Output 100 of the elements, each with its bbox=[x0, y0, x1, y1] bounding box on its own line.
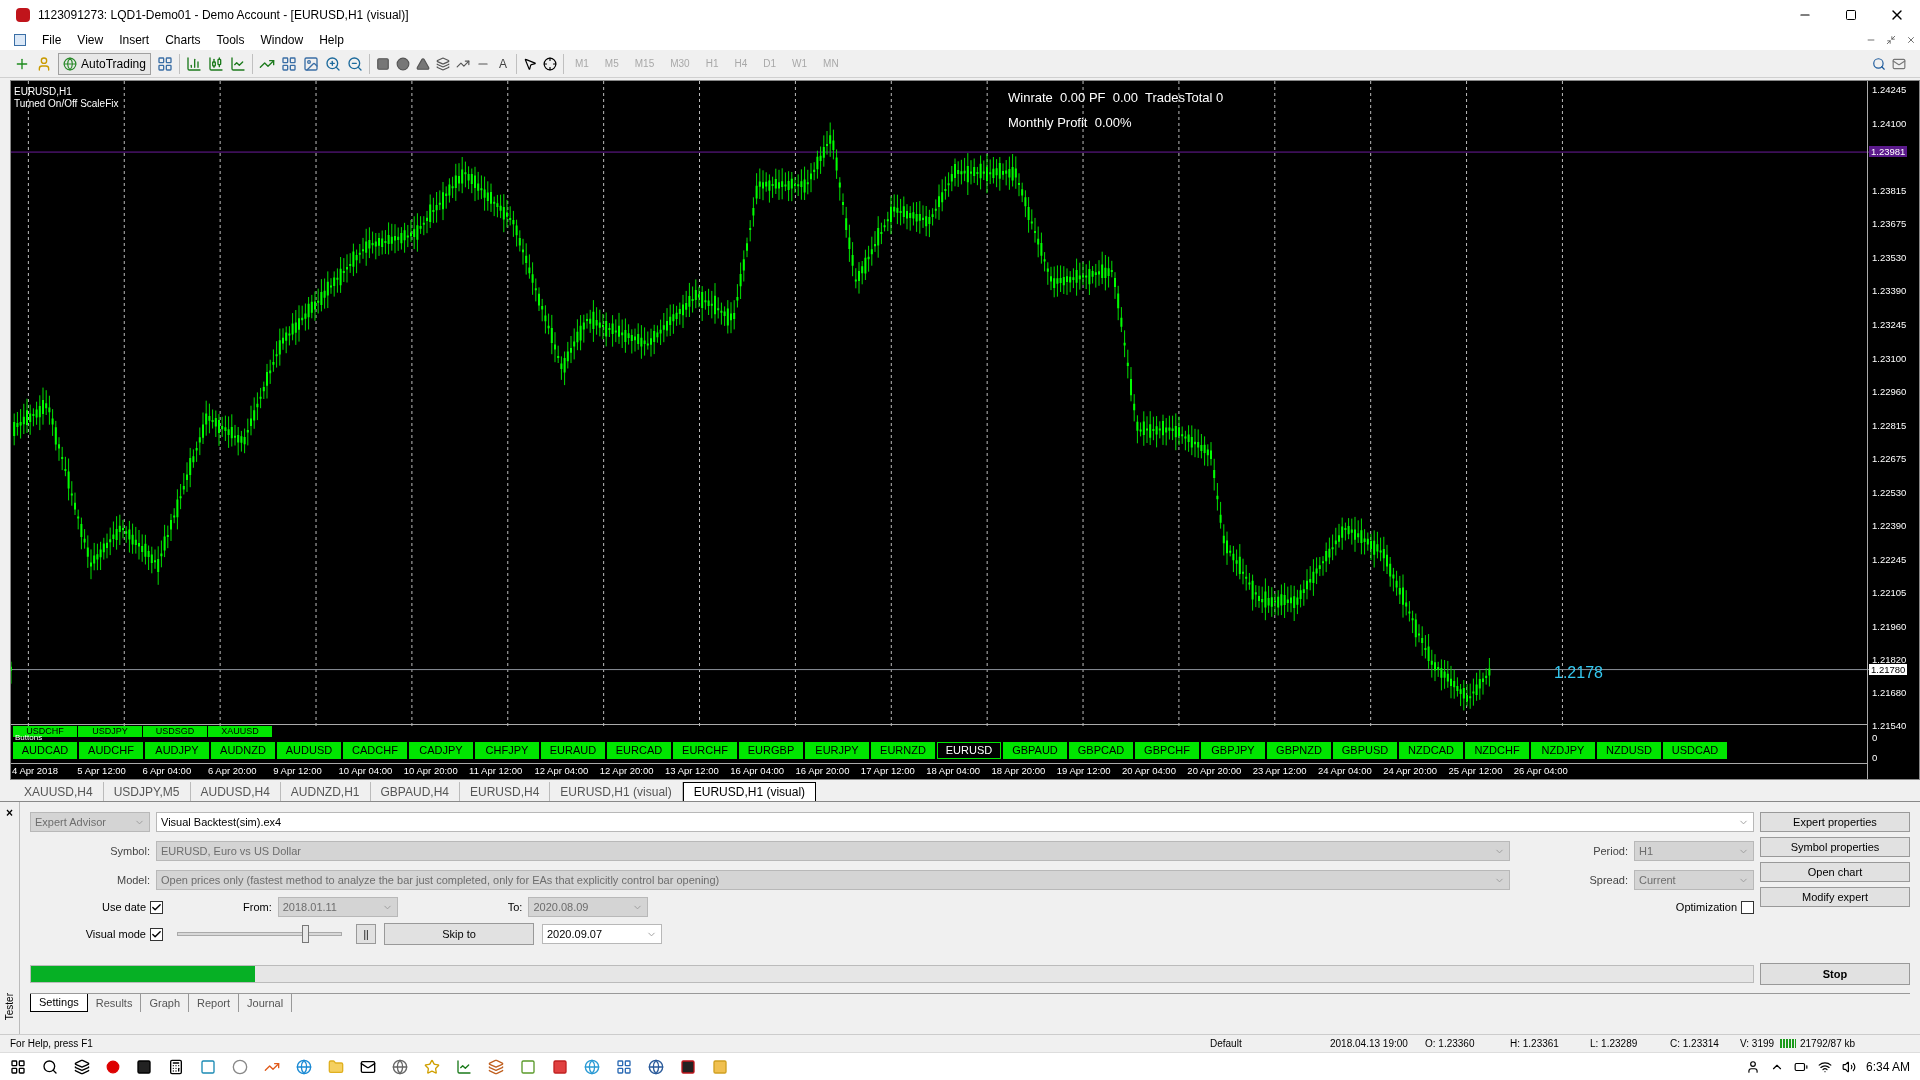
price-axis-label: 1.24245 bbox=[1872, 84, 1907, 95]
symbol-button[interactable]: EURJPY bbox=[805, 742, 869, 760]
date-axis-label: 4 Apr 2018 bbox=[11, 764, 59, 779]
price-axis-label: 1.23675 bbox=[1872, 218, 1907, 229]
price-axis-label: 1.21960 bbox=[1872, 621, 1907, 633]
date-axis-label: 10 Apr 04:00 bbox=[337, 764, 394, 779]
price-axis-label: 1.22390 bbox=[1872, 520, 1907, 532]
price-axis-label: 1.22530 bbox=[1872, 487, 1907, 499]
symbol-button[interactable]: GBPAUD bbox=[1003, 742, 1067, 760]
date-axis-label: 17 Apr 12:00 bbox=[859, 764, 916, 779]
side-button[interactable]: Open chart bbox=[1760, 862, 1910, 882]
price-marker: 1.21780 bbox=[1869, 663, 1908, 675]
side-button[interactable]: Symbol properties bbox=[1760, 837, 1910, 857]
symbol-button[interactable]: EURGBP bbox=[739, 742, 803, 760]
price-axis-label: 1.23245 bbox=[1872, 319, 1907, 331]
skip-to-button[interactable]: Skip to bbox=[384, 923, 534, 945]
field-label: Spread: bbox=[1589, 872, 1628, 888]
menu-item[interactable]: Tools bbox=[208, 31, 253, 49]
autotrading-button[interactable]: AutoTrading bbox=[58, 52, 151, 75]
close-button[interactable]: × bbox=[6, 804, 13, 822]
clock-time[interactable]: 6:34 AM bbox=[1865, 1057, 1910, 1076]
date-axis-label: 24 Apr 20:00 bbox=[1382, 764, 1439, 779]
indicator-axis-label: 0 bbox=[1872, 751, 1878, 765]
field-label: To: bbox=[507, 899, 523, 915]
window-title: 1123091273: LQD1-Demo01 - Demo Account - [EURUSD,H1 (visual)] bbox=[38, 7, 409, 24]
tester-tab[interactable]: Report bbox=[189, 994, 240, 1012]
symbol-button[interactable]: EURAUD bbox=[541, 742, 605, 760]
tester-tab[interactable]: Journal bbox=[239, 994, 293, 1012]
stop-button[interactable]: Stop bbox=[1760, 963, 1910, 985]
chart-note: Turned On/Off ScaleFix bbox=[14, 97, 119, 111]
side-button[interactable]: Expert properties bbox=[1760, 812, 1910, 832]
date-field[interactable]: 2020.09.07 bbox=[542, 924, 662, 944]
chart-tab[interactable]: EURUSD,H1 (visual) bbox=[550, 782, 683, 801]
symbol-button[interactable]: NZDJPY bbox=[1531, 742, 1595, 760]
status-text: C: 1.23314 bbox=[1670, 1037, 1720, 1051]
symbol-button[interactable]: EURUSD bbox=[937, 742, 1001, 760]
price-axis-label: 1.21820 bbox=[1872, 654, 1907, 666]
price-axis-label: 1.22815 bbox=[1872, 420, 1907, 432]
symbol-button[interactable]: XAUUSD bbox=[208, 726, 272, 738]
symbol-button[interactable]: EURNZD bbox=[871, 742, 935, 760]
price-axis-label: 1.23530 bbox=[1872, 252, 1907, 264]
date-axis-label: 23 Apr 12:00 bbox=[1251, 764, 1308, 779]
menu-item[interactable]: Charts bbox=[157, 31, 209, 49]
chart-tab[interactable]: AUDUSD,H4 bbox=[190, 782, 281, 801]
symbol-button[interactable]: GBPJPY bbox=[1201, 742, 1265, 760]
pause-button[interactable]: || bbox=[356, 924, 376, 944]
symbol-button[interactable]: NZDCAD bbox=[1399, 742, 1463, 760]
symbol-button[interactable]: AUDCHF bbox=[79, 742, 143, 760]
status-text: 2018.04.13 19:00 bbox=[1330, 1037, 1409, 1051]
stats-text: Winrate 0.00 PF 0.00 TradesTotal 0 bbox=[1008, 89, 1224, 107]
expert-dropdown[interactable]: Visual Backtest(sim).ex4 bbox=[156, 812, 1754, 832]
symbol-button[interactable]: CHFJPY bbox=[475, 742, 539, 760]
price-axis-label: 1.21680 bbox=[1872, 687, 1907, 699]
date-axis-label: 10 Apr 20:00 bbox=[402, 764, 459, 779]
status-text: H: 1.23361 bbox=[1510, 1037, 1560, 1051]
chart-tab[interactable]: XAUUSD,H4 bbox=[14, 782, 104, 801]
status-text: Default bbox=[1210, 1037, 1243, 1051]
menu-item[interactable]: Help bbox=[311, 31, 352, 49]
date-axis-label: 19 Apr 12:00 bbox=[1055, 764, 1112, 779]
price-axis-label: 1.23100 bbox=[1872, 353, 1907, 365]
symbol-button[interactable]: EURCAD bbox=[607, 742, 671, 760]
date-axis-label: 18 Apr 04:00 bbox=[925, 764, 982, 779]
symbol-button[interactable]: AUDJPY bbox=[145, 742, 209, 760]
symbol-button[interactable]: EURCHF bbox=[673, 742, 737, 760]
chart-tab[interactable]: GBPAUD,H4 bbox=[370, 782, 460, 801]
symbol-button[interactable]: USDJPY bbox=[78, 726, 142, 738]
symbol-button[interactable]: AUDNZD bbox=[211, 742, 275, 760]
menu-item[interactable]: Window bbox=[252, 31, 312, 49]
symbol-button[interactable]: USDCAD bbox=[1663, 742, 1727, 760]
checkbox-label: Use date bbox=[100, 899, 147, 915]
symbol-button[interactable]: GBPUSD bbox=[1333, 742, 1397, 760]
symbol-button[interactable]: GBPCHF bbox=[1135, 742, 1199, 760]
symbol-button[interactable]: CADJPY bbox=[409, 742, 473, 760]
side-button[interactable]: Modify expert bbox=[1760, 887, 1910, 907]
date-axis-label: 12 Apr 20:00 bbox=[598, 764, 655, 779]
text-tool[interactable]: A bbox=[495, 54, 510, 73]
menu-item[interactable]: View bbox=[69, 31, 112, 49]
symbol-button[interactable]: CADCHF bbox=[343, 742, 407, 760]
chart-tab[interactable]: AUDNZD,H1 bbox=[280, 782, 371, 801]
chart-tab[interactable]: EURUSD,H1 (visual) bbox=[682, 782, 817, 801]
menu-item[interactable]: File bbox=[34, 31, 70, 49]
symbol-button[interactable]: AUDUSD bbox=[277, 742, 341, 760]
date-axis-label: 26 Apr 04:00 bbox=[1512, 764, 1569, 779]
tester-tab[interactable]: Results bbox=[87, 994, 142, 1012]
status-text: L: 1.23289 bbox=[1590, 1037, 1639, 1051]
menu-item[interactable]: Insert bbox=[111, 31, 158, 49]
price-axis-label: 1.22675 bbox=[1872, 453, 1907, 465]
symbol-button[interactable]: NZDCHF bbox=[1465, 742, 1529, 760]
tester-tab[interactable]: Settings bbox=[30, 994, 88, 1012]
price-axis-label: 1.21540 bbox=[1872, 720, 1907, 731]
date-axis-label: 18 Apr 20:00 bbox=[990, 764, 1047, 779]
symbol-button[interactable]: NZDUSD bbox=[1597, 742, 1661, 760]
symbol-button[interactable]: GBPCAD bbox=[1069, 742, 1133, 760]
symbol-button[interactable]: GBPNZD bbox=[1267, 742, 1331, 760]
symbol-button[interactable]: USDSGD bbox=[143, 726, 207, 738]
chart-tab[interactable]: EURUSD,H4 bbox=[460, 782, 551, 801]
symbol-button[interactable]: AUDCAD bbox=[13, 742, 77, 760]
chart-tab[interactable]: USDJPY,M5 bbox=[103, 782, 191, 801]
date-axis-label: 24 Apr 04:00 bbox=[1316, 764, 1373, 779]
tester-tab[interactable]: Graph bbox=[141, 994, 189, 1012]
